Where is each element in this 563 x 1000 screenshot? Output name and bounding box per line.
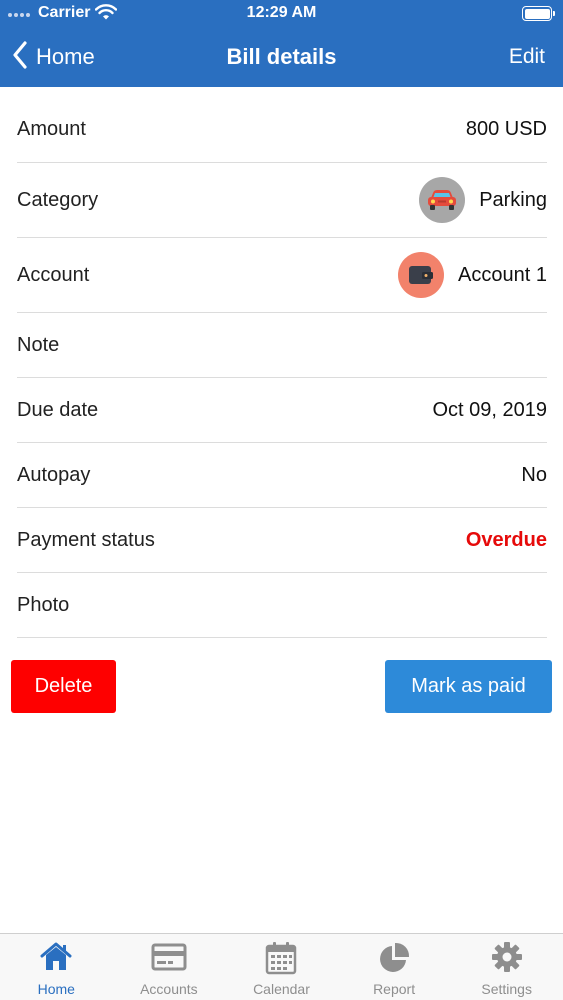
- tab-settings-label: Settings: [481, 981, 532, 997]
- payment-status-label: Payment status: [17, 528, 155, 551]
- card-icon: [113, 941, 226, 973]
- note-label: Note: [17, 333, 60, 356]
- tab-home[interactable]: Home: [0, 934, 113, 1000]
- due-date-value: Oct 09, 2019: [432, 398, 547, 421]
- car-icon: [419, 177, 466, 223]
- note-row: Note: [17, 313, 547, 378]
- account-value: Account 1: [458, 263, 547, 286]
- due-date-label: Due date: [17, 398, 99, 421]
- mark-as-paid-button[interactable]: Mark as paid: [385, 660, 552, 713]
- bill-details-list: Amount 800 USD Category Parking Account: [17, 97, 547, 638]
- amount-row: Amount 800 USD: [17, 97, 547, 163]
- top-bar: Carrier 12:29 AM Home Bill details Edit: [0, 0, 563, 87]
- navigation-bar: Home Bill details Edit: [0, 28, 563, 87]
- tab-home-label: Home: [37, 981, 75, 997]
- calendar-icon: [225, 941, 338, 975]
- battery-icon: [522, 6, 555, 21]
- payment-status-row: Payment status Overdue: [17, 508, 547, 573]
- category-label: Category: [17, 188, 99, 211]
- tab-accounts-label: Accounts: [140, 981, 198, 997]
- tab-report[interactable]: Report: [338, 934, 451, 1000]
- delete-button[interactable]: Delete: [11, 660, 116, 713]
- tab-bar: Home Accounts Calendar Report Settings: [0, 933, 563, 1000]
- due-date-row: Due date Oct 09, 2019: [17, 378, 547, 443]
- autopay-label: Autopay: [17, 463, 91, 486]
- page-title: Bill details: [226, 44, 337, 69]
- pie-chart-icon: [338, 941, 451, 975]
- wallet-icon: [398, 252, 445, 298]
- tab-settings[interactable]: Settings: [450, 934, 563, 1000]
- tab-report-label: Report: [373, 981, 416, 997]
- payment-status-badge: Overdue: [465, 528, 547, 551]
- autopay-value: No: [521, 463, 547, 486]
- tab-calendar[interactable]: Calendar: [225, 934, 338, 1000]
- status-bar: Carrier 12:29 AM: [0, 0, 563, 28]
- account-label: Account: [17, 263, 90, 286]
- tab-accounts[interactable]: Accounts: [113, 934, 226, 1000]
- amount-label: Amount: [17, 118, 86, 140]
- tab-calendar-label: Calendar: [253, 981, 310, 997]
- home-icon: [0, 941, 113, 973]
- amount-value: 800 USD: [465, 118, 547, 140]
- photo-label: Photo: [17, 593, 70, 616]
- clock: 12:29 AM: [246, 4, 317, 21]
- photo-row[interactable]: Photo: [17, 573, 547, 638]
- category-value: Parking: [479, 188, 547, 211]
- gear-icon: [450, 941, 563, 973]
- edit-button[interactable]: Edit: [509, 45, 545, 69]
- account-row: Account Account 1: [17, 238, 547, 313]
- autopay-row: Autopay No: [17, 443, 547, 508]
- category-row: Category Parking: [17, 163, 547, 238]
